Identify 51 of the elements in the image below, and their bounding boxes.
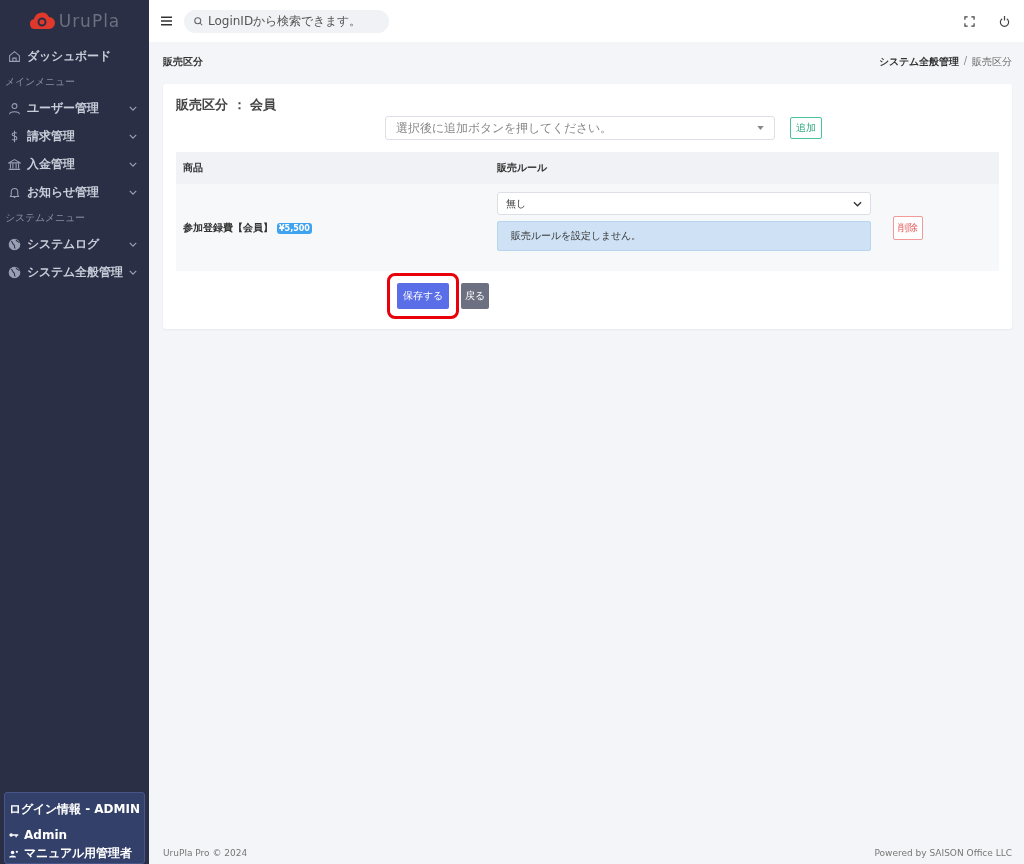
globe-icon	[8, 265, 21, 279]
breadcrumb-item[interactable]: システム全般管理	[878, 55, 959, 69]
chevron-icon	[129, 105, 137, 111]
chevron-icon	[129, 241, 137, 247]
chevron-icon	[129, 161, 137, 167]
price-badge: ¥5,500	[277, 222, 312, 234]
footer-credit: Powered by SAISON Office LLC	[874, 848, 1012, 858]
rule-select[interactable]: 無し	[497, 192, 871, 215]
key-icon	[9, 832, 19, 838]
sidebar-item[interactable]: ダッシュボード	[0, 42, 149, 70]
sidebar-heading: メインメニュー	[4, 75, 76, 89]
search-field[interactable]: LoginIDから検索できます。	[184, 9, 389, 33]
fullscreen-icon[interactable]	[964, 15, 975, 27]
chevron-icon	[129, 269, 137, 275]
column-header: 販売ルール	[490, 152, 878, 184]
globe-icon	[8, 237, 21, 251]
brand-name: UruPla	[58, 11, 121, 31]
home-icon	[8, 49, 21, 63]
breadcrumb-item: 販売区分	[972, 55, 1012, 69]
sidebar-item[interactable]: システム全般管理	[0, 258, 149, 286]
user-icon	[8, 101, 21, 115]
product-select[interactable]: 選択後に追加ボタンを押してください。	[385, 116, 775, 140]
sidebar-item[interactable]: お知らせ管理	[0, 178, 149, 206]
chevron-icon	[853, 200, 862, 207]
sidebar-item[interactable]: ユーザー管理	[0, 94, 149, 122]
delete-button[interactable]: 削除	[893, 215, 923, 240]
menu-icon[interactable]	[161, 16, 172, 26]
sidebar-item[interactable]: システムログ	[0, 230, 149, 258]
users-icon	[9, 849, 19, 858]
cloud-logo-icon	[28, 11, 55, 31]
page-title: 販売区分	[163, 55, 203, 69]
card-title: 販売区分 ： 会員	[176, 96, 278, 114]
login-user: Admin	[24, 828, 68, 842]
bell-icon	[8, 185, 21, 199]
footer-copyright: UruPla Pro © 2024	[163, 848, 248, 858]
bank-icon	[8, 157, 21, 171]
power-icon[interactable]	[999, 15, 1010, 27]
caret-icon	[757, 126, 764, 130]
chevron-icon	[129, 189, 137, 195]
back-button[interactable]: 戻る	[461, 283, 489, 309]
login-info-title: ログイン情報 - ADMIN	[9, 801, 140, 818]
sidebar-item[interactable]: 入金管理	[0, 150, 149, 178]
breadcrumb-separator: /	[963, 55, 967, 68]
rule-info-note: 販売ルールを設定しません。	[497, 221, 871, 251]
chevron-icon	[129, 133, 137, 139]
save-button[interactable]: 保存する	[397, 283, 449, 309]
sidebar-item[interactable]: 請求管理	[0, 122, 149, 150]
product-name: 参加登録費【会員】	[183, 221, 273, 233]
column-header: 商品	[176, 152, 490, 184]
login-role: マニュアル用管理者	[24, 845, 132, 862]
sidebar-heading: システムメニュー	[4, 211, 86, 225]
